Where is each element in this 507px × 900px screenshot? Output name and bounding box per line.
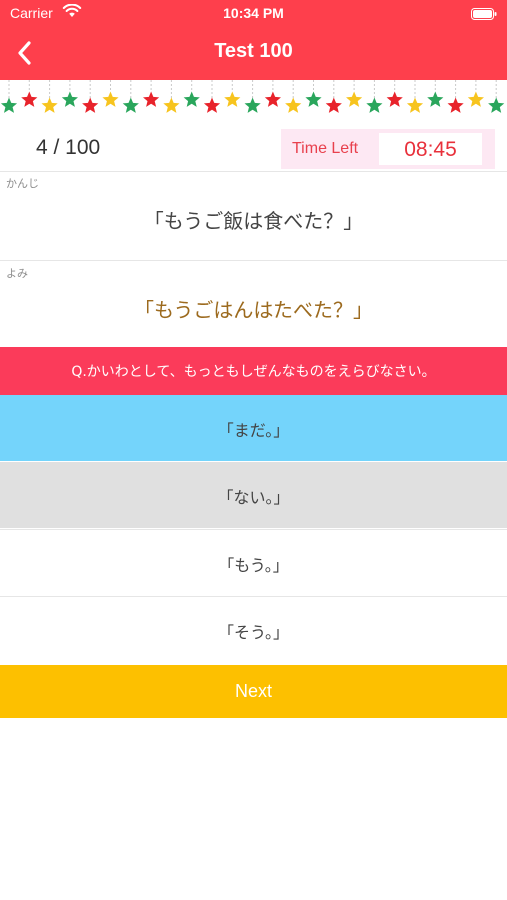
star-icon — [0, 97, 18, 113]
answer-option-2[interactable]: 「ない。」 — [0, 462, 507, 528]
divider — [0, 260, 507, 261]
question-text: Q.かいわとして、もっともしぜんなものをえらびなさい。 — [71, 364, 436, 380]
star-icon — [41, 97, 58, 113]
star-icon — [386, 91, 403, 107]
header: Carrier 10:34 PM Test 100 — [0, 0, 507, 80]
timer-value: 08:45 — [404, 138, 457, 161]
battery-icon — [471, 8, 497, 20]
star-icon — [82, 97, 99, 113]
answer-option-label: 「まだ。」 — [217, 421, 290, 440]
kanji-sentence: 「もうご飯は食べた？」 — [143, 209, 364, 233]
star-icon — [285, 97, 302, 113]
answer-option-1[interactable]: 「まだ。」 — [0, 395, 507, 461]
star-icon — [346, 91, 363, 107]
star-icon — [163, 97, 180, 113]
star-icon — [406, 97, 424, 113]
star-icon — [203, 97, 221, 113]
star-icon — [325, 97, 342, 113]
star-garland-icon — [0, 80, 505, 113]
star-icon — [183, 91, 200, 107]
star-icon — [244, 97, 261, 113]
star-garland-decoration — [0, 80, 507, 122]
next-button-label: Next — [234, 681, 272, 701]
star-icon — [447, 97, 464, 113]
answer-option-3[interactable]: 「もう。」 — [0, 530, 507, 596]
divider — [0, 171, 507, 172]
nav-bar: Test 100 — [0, 30, 507, 76]
star-icon — [143, 91, 160, 107]
info-row: 4 / 100 Time Left 08:45 — [0, 123, 507, 171]
time-left-label: Time Left — [292, 140, 359, 157]
next-button[interactable]: Next — [0, 665, 507, 718]
star-icon — [467, 91, 484, 107]
answer-option-label: 「もう。」 — [218, 556, 289, 575]
status-bar: Carrier 10:34 PM — [0, 0, 507, 28]
star-icon — [122, 97, 139, 113]
question-bar: Q.かいわとして、もっともしぜんなものをえらびなさい。 — [0, 347, 507, 395]
timer-box: Time Left 08:45 — [281, 129, 495, 169]
app-screen: Carrier 10:34 PM Test 100 4 / 100 Time L… — [0, 0, 507, 900]
star-icon — [61, 91, 78, 107]
star-icon — [305, 91, 322, 107]
answer-option-label: 「ない。」 — [217, 488, 290, 507]
progress-counter: 4 / 100 — [36, 136, 101, 159]
yomi-label: よみ — [6, 267, 28, 280]
status-time: 10:34 PM — [223, 5, 284, 21]
star-icon — [21, 91, 38, 107]
timer-value-box: 08:45 — [379, 133, 482, 165]
star-icon — [264, 91, 281, 107]
star-icon — [366, 97, 383, 113]
answer-option-label: 「そう。」 — [217, 623, 290, 642]
star-icon — [427, 91, 444, 107]
answer-option-4[interactable]: 「そう。」 — [0, 597, 507, 663]
star-icon — [224, 91, 241, 107]
star-icon — [488, 97, 505, 113]
page-title: Test 100 — [214, 40, 293, 62]
star-icon — [102, 91, 119, 107]
kanji-label: かんじ — [6, 177, 39, 190]
yomi-sentence: 「もうごはんはたべた？」 — [134, 298, 373, 322]
